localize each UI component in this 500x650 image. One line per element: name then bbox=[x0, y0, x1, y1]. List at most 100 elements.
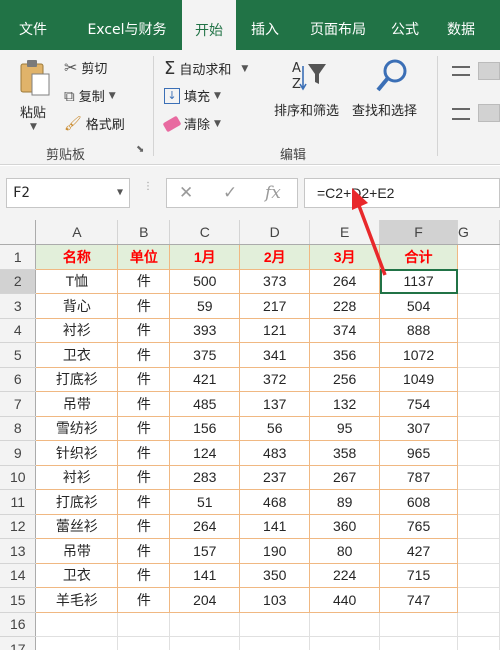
data-cell[interactable]: 件 bbox=[117, 513, 171, 539]
data-cell[interactable]: 吊带 bbox=[35, 538, 119, 564]
data-cell[interactable]: 375 bbox=[169, 342, 241, 368]
align-top-icon[interactable] bbox=[452, 66, 470, 76]
empty-cell[interactable] bbox=[117, 611, 171, 637]
data-cell[interactable]: 141 bbox=[239, 513, 311, 539]
header-cell[interactable]: 1月 bbox=[169, 244, 241, 270]
row-header-1[interactable]: 1 bbox=[0, 244, 37, 270]
data-cell[interactable]: 件 bbox=[117, 587, 171, 613]
data-cell[interactable]: 59 bbox=[169, 293, 241, 319]
data-cell[interactable]: 608 bbox=[379, 489, 459, 515]
empty-cell[interactable] bbox=[457, 366, 500, 392]
chevron-down-icon[interactable]: ▼ bbox=[117, 179, 123, 207]
data-cell[interactable]: 121 bbox=[239, 317, 311, 343]
clear-dropdown-icon[interactable]: ▼ bbox=[214, 119, 221, 129]
data-cell[interactable]: 件 bbox=[117, 415, 171, 441]
tab-data[interactable]: 数据 bbox=[436, 0, 486, 50]
data-cell[interactable]: 132 bbox=[309, 391, 381, 417]
column-header-b[interactable]: B bbox=[117, 220, 171, 245]
row-header-9[interactable]: 9 bbox=[0, 440, 37, 466]
sort-filter-button[interactable]: A Z 排序和筛选 bbox=[272, 56, 352, 119]
data-cell[interactable]: 件 bbox=[117, 391, 171, 417]
row-header-10[interactable]: 10 bbox=[0, 465, 37, 490]
clipboard-launcher-icon[interactable]: ⬊ bbox=[136, 144, 144, 155]
data-cell[interactable]: 483 bbox=[239, 440, 311, 466]
data-cell[interactable]: 1049 bbox=[379, 366, 459, 392]
function-icon[interactable]: fx bbox=[265, 183, 281, 203]
empty-cell[interactable] bbox=[117, 636, 171, 650]
data-cell[interactable]: 103 bbox=[239, 587, 311, 613]
data-cell[interactable]: 754 bbox=[379, 391, 459, 417]
row-header-17[interactable]: 17 bbox=[0, 636, 37, 650]
row-header-7[interactable]: 7 bbox=[0, 391, 37, 417]
autosum-dropdown-icon[interactable]: ▼ bbox=[241, 64, 248, 74]
data-cell[interactable]: 针织衫 bbox=[35, 440, 119, 466]
fill-button[interactable]: ↓ 填充 ▼ bbox=[164, 86, 221, 105]
header-cell[interactable]: 名称 bbox=[35, 244, 119, 270]
formula-input[interactable]: =C2+D2+E2 bbox=[304, 178, 500, 208]
data-cell[interactable]: 56 bbox=[239, 415, 311, 441]
resize-handle[interactable]: ⋮ bbox=[143, 182, 153, 192]
row-header-16[interactable]: 16 bbox=[0, 612, 37, 637]
copy-button[interactable]: ⧉ 复制 ▼ bbox=[64, 86, 116, 106]
column-header-f[interactable]: F bbox=[379, 220, 459, 245]
data-cell[interactable]: 237 bbox=[239, 464, 311, 490]
data-cell[interactable]: 141 bbox=[169, 562, 241, 588]
data-cell[interactable]: 打底衫 bbox=[35, 366, 119, 392]
data-cell[interactable]: 341 bbox=[239, 342, 311, 368]
empty-cell[interactable] bbox=[457, 391, 500, 417]
paste-dropdown-icon[interactable]: ▼ bbox=[30, 122, 37, 132]
autosum-button[interactable]: Σ 自动求和 ▼ bbox=[164, 58, 248, 79]
row-header-2[interactable]: 2 bbox=[0, 269, 37, 294]
empty-cell[interactable] bbox=[457, 513, 500, 539]
data-cell[interactable]: T恤 bbox=[35, 268, 119, 294]
empty-cell[interactable] bbox=[239, 611, 311, 637]
data-cell[interactable]: 95 bbox=[309, 415, 381, 441]
data-cell[interactable]: 264 bbox=[169, 513, 241, 539]
data-cell[interactable]: 137 bbox=[239, 391, 311, 417]
empty-cell[interactable] bbox=[457, 587, 500, 613]
data-cell[interactable]: 427 bbox=[379, 538, 459, 564]
data-cell[interactable]: 965 bbox=[379, 440, 459, 466]
data-cell[interactable]: 件 bbox=[117, 317, 171, 343]
data-cell[interactable]: 156 bbox=[169, 415, 241, 441]
empty-cell[interactable] bbox=[379, 611, 459, 637]
header-cell[interactable]: 3月 bbox=[309, 244, 381, 270]
data-cell[interactable]: 500 bbox=[169, 268, 241, 294]
column-header-g[interactable]: G bbox=[457, 220, 500, 245]
data-cell[interactable]: 羊毛衫 bbox=[35, 587, 119, 613]
data-cell[interactable]: 228 bbox=[309, 293, 381, 319]
data-cell[interactable]: 89 bbox=[309, 489, 381, 515]
data-cell[interactable]: 件 bbox=[117, 293, 171, 319]
column-header-d[interactable]: D bbox=[239, 220, 311, 245]
data-cell[interactable]: 350 bbox=[239, 562, 311, 588]
data-cell[interactable]: 504 bbox=[379, 293, 459, 319]
data-cell[interactable]: 373 bbox=[239, 268, 311, 294]
empty-cell[interactable] bbox=[457, 562, 500, 588]
row-header-4[interactable]: 4 bbox=[0, 318, 37, 343]
row-header-15[interactable]: 15 bbox=[0, 587, 37, 613]
data-cell[interactable]: 124 bbox=[169, 440, 241, 466]
data-cell[interactable]: 衬衫 bbox=[35, 317, 119, 343]
data-cell[interactable]: 件 bbox=[117, 489, 171, 515]
copy-dropdown-icon[interactable]: ▼ bbox=[109, 91, 116, 101]
data-cell[interactable]: 80 bbox=[309, 538, 381, 564]
data-cell[interactable]: 蕾丝衫 bbox=[35, 513, 119, 539]
align-left-icon[interactable] bbox=[452, 108, 470, 120]
format-painter-button[interactable]: 🖌 格式刷 bbox=[64, 114, 125, 134]
empty-cell[interactable] bbox=[457, 293, 500, 319]
data-cell[interactable]: 267 bbox=[309, 464, 381, 490]
empty-cell[interactable] bbox=[239, 636, 311, 650]
row-header-8[interactable]: 8 bbox=[0, 416, 37, 441]
empty-cell[interactable] bbox=[457, 415, 500, 441]
empty-cell[interactable] bbox=[35, 636, 119, 650]
data-cell[interactable]: 件 bbox=[117, 464, 171, 490]
header-cell[interactable]: 单位 bbox=[117, 244, 171, 270]
data-cell[interactable]: 件 bbox=[117, 562, 171, 588]
empty-cell[interactable] bbox=[457, 636, 500, 650]
row-header-6[interactable]: 6 bbox=[0, 367, 37, 392]
column-header-a[interactable]: A bbox=[35, 220, 119, 245]
empty-cell[interactable] bbox=[457, 342, 500, 368]
row-header-5[interactable]: 5 bbox=[0, 342, 37, 368]
empty-cell[interactable] bbox=[457, 244, 500, 270]
data-cell[interactable]: 51 bbox=[169, 489, 241, 515]
